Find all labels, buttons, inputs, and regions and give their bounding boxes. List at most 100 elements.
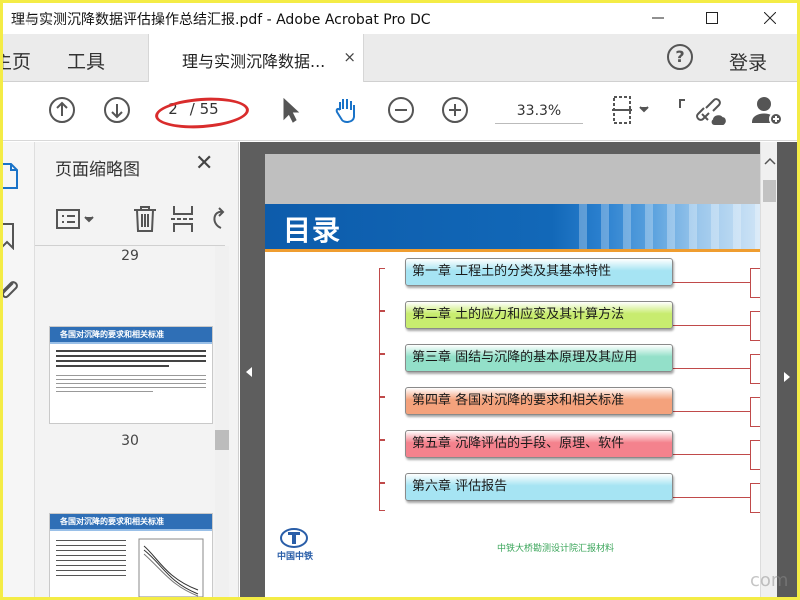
toc-chapter-1[interactable]: 第一章 工程土的分类及其基本特性 (405, 258, 673, 286)
document-scrollbar[interactable] (760, 142, 777, 597)
hand-icon (331, 95, 361, 129)
zoom-out-icon (387, 96, 415, 128)
share-link-button[interactable] (693, 95, 729, 131)
connector-right-bracket (750, 440, 760, 470)
zoom-in-button[interactable] (440, 97, 470, 127)
toolbar: 2 / 55 33.3% (3, 83, 797, 141)
close-window-button[interactable] (747, 3, 793, 34)
help-button[interactable]: ? (667, 44, 693, 70)
thumbnail-text-line (56, 575, 126, 576)
page-fit-icon (610, 94, 652, 132)
maximize-icon (706, 9, 718, 28)
panel-scrollbar-thumb[interactable] (215, 430, 229, 450)
minimize-button[interactable] (635, 3, 681, 34)
previous-page-bottom (265, 154, 760, 204)
window-title: 理与实测沉降数据评估操作总结汇报.pdf - Adobe Acrobat Pro… (11, 12, 431, 28)
add-user-button[interactable] (750, 95, 786, 131)
link-icon (694, 94, 728, 132)
thumbnail-page-30[interactable]: 各国对沉降的要求和相关标准 (49, 326, 213, 424)
navigation-rail (3, 142, 35, 597)
thumbnail-text-line (56, 355, 206, 357)
tab-home[interactable]: 主页 (3, 47, 31, 74)
prev-page-icon (48, 96, 76, 128)
minimize-icon (652, 9, 664, 28)
thumbnail-page-number-30: 30 (121, 433, 139, 449)
select-tool-button[interactable] (276, 97, 304, 127)
page-footer: 中铁大桥勘测设计院汇报材料 (497, 544, 615, 554)
connector-right-bracket (750, 483, 760, 513)
connector-bracket (379, 268, 385, 311)
page-banner: 目录 (265, 204, 760, 249)
toc-chapter-5[interactable]: 第五章 沉降评估的手段、原理、软件 (405, 430, 673, 458)
connector-tail (673, 497, 750, 498)
connector-tail (673, 282, 750, 283)
page-thumbnails-panel: 页面缩略图 ✕ 29 各国对沉降的要求和相关标准 30 各国对沉降的要求和相关标… (35, 142, 239, 597)
thumbnail-text-line (56, 365, 170, 367)
thumbnail-text-line (56, 565, 126, 566)
watermark-text: com (750, 570, 789, 591)
thumbnail-text-line (56, 387, 206, 388)
close-tab-button[interactable]: × (343, 48, 356, 66)
zoom-level-dropdown[interactable]: 33.3% (495, 103, 583, 124)
tab-bar: 主页 工具 理与实测沉降数据... × ? 登录 (3, 34, 797, 82)
prev-page-button[interactable] (47, 97, 77, 127)
thumbnail-heading: 各国对沉降的要求和相关标准 (50, 327, 212, 344)
banner-underline (265, 249, 760, 252)
connector-right-bracket (750, 268, 760, 298)
connector-bracket (379, 440, 385, 483)
thumbnail-heading: 各国对沉降的要求和相关标准 (50, 514, 212, 531)
next-page-icon (103, 96, 131, 128)
login-button[interactable]: 登录 (729, 48, 767, 75)
document-view: 目录 第一章 工程土的分类及其基本特性 第二章 土的应力和应变及其计算方法 第三… (240, 142, 797, 597)
document-scrollbar-thumb[interactable] (763, 180, 776, 202)
bracket-marker (675, 95, 689, 125)
panel-scrollbar[interactable] (215, 246, 229, 597)
thumbnail-page-31[interactable]: 各国对沉降的要求和相关标准 (49, 513, 213, 597)
next-page-button[interactable] (102, 97, 132, 127)
thumbnail-text-line (56, 350, 206, 352)
panel-close-button[interactable]: ✕ (195, 151, 213, 176)
tab-tools[interactable]: 工具 (67, 47, 105, 74)
logo-text: 中国中铁 (277, 552, 314, 562)
thumbnail-text-line (56, 545, 126, 546)
toc-chapter-4[interactable]: 第四章 各国对沉降的要求和相关标准 (405, 387, 673, 415)
document-tab-label: 理与实测沉降数据... (182, 52, 326, 71)
thumbnail-text-line (56, 555, 126, 556)
thumbnail-text-line (56, 391, 154, 392)
thumbnail-text-line (56, 560, 126, 561)
zoom-out-button[interactable] (386, 97, 416, 127)
connector-tail (673, 411, 750, 412)
toc-chapter-3[interactable]: 第三章 固结与沉降的基本原理及其应用 (405, 344, 673, 372)
expand-right-pane-arrow[interactable] (784, 372, 790, 382)
thumbnail-text-line (56, 550, 126, 551)
connector-bracket (379, 354, 385, 397)
zoom-in-icon (441, 96, 469, 128)
thumbnail-text-line (56, 379, 206, 380)
thumbnail-text-line (56, 360, 206, 362)
connector-bracket (379, 397, 385, 440)
banner-stripes (565, 204, 760, 249)
pdf-page: 目录 第一章 工程土的分类及其基本特性 第二章 土的应力和应变及其计算方法 第三… (265, 154, 760, 597)
close-icon (763, 9, 777, 28)
thumbnail-text-line (56, 540, 126, 541)
connector-bracket (379, 483, 385, 511)
connector-right-bracket (750, 397, 760, 427)
page-fit-button[interactable] (609, 95, 653, 131)
collapse-panel-arrow[interactable] (246, 367, 252, 377)
add-user-icon (751, 94, 785, 132)
connector-bracket (379, 311, 385, 354)
title-bar: 理与实测沉降数据评估操作总结汇报.pdf - Adobe Acrobat Pro… (3, 3, 797, 34)
acrobat-window: 理与实测沉降数据评估操作总结汇报.pdf - Adobe Acrobat Pro… (3, 3, 797, 597)
connector-tail (673, 454, 750, 455)
watermark-text: 逗标可 (11, 12, 53, 28)
toc-chapter-2[interactable]: 第二章 土的应力和应变及其计算方法 (405, 301, 673, 329)
connector-right-bracket (750, 311, 760, 341)
thumbnail-text-line (56, 383, 206, 384)
thumbnail-text-line (56, 570, 126, 571)
maximize-button[interactable] (689, 3, 735, 34)
panel-toolbar (35, 194, 225, 246)
hand-tool-button[interactable] (329, 95, 363, 129)
right-pane-collapse (777, 142, 797, 597)
tab-document[interactable]: 理与实测沉降数据... × (148, 34, 364, 82)
toc-chapter-6[interactable]: 第六章 评估报告 (405, 473, 673, 501)
